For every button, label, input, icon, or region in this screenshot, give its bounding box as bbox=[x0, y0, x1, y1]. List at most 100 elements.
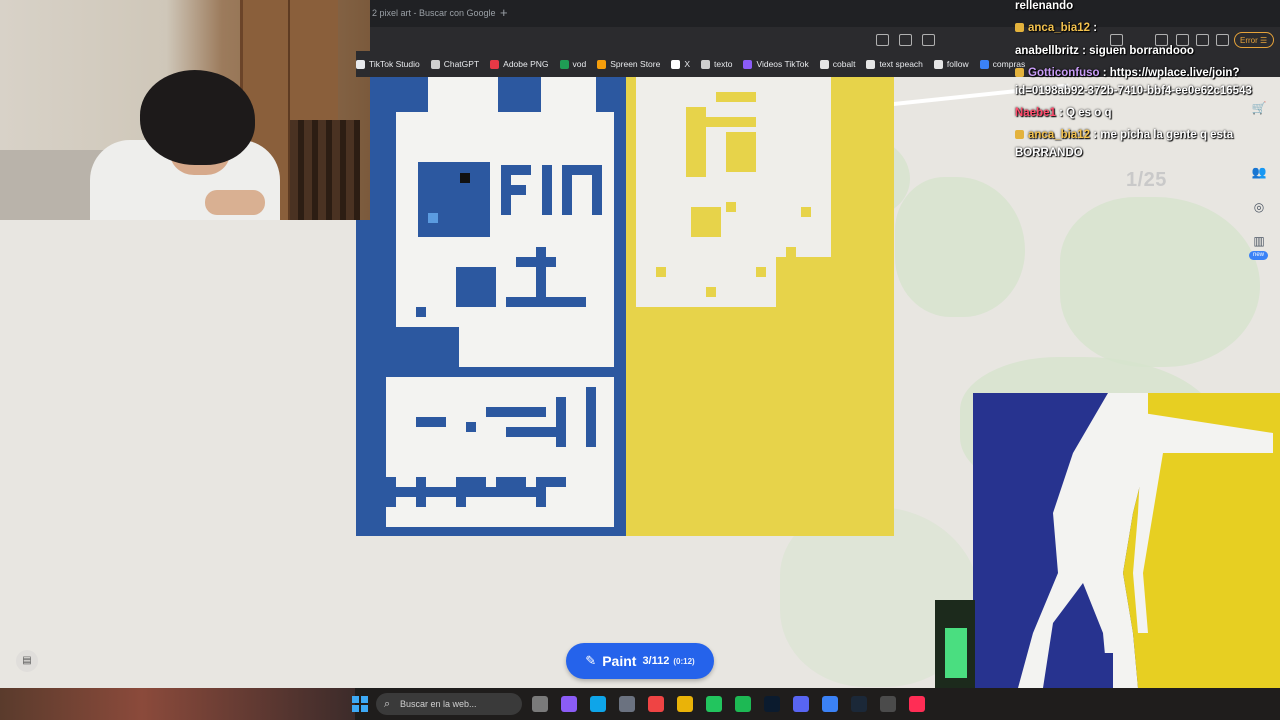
windows-start-icon[interactable] bbox=[352, 696, 368, 712]
color-palette-preview[interactable] bbox=[935, 600, 975, 688]
bookmark-item[interactable]: follow bbox=[933, 59, 969, 69]
pixel-block bbox=[416, 477, 426, 507]
folder-icon[interactable] bbox=[677, 696, 693, 712]
whatsapp-icon[interactable] bbox=[706, 696, 722, 712]
chat-text: : https://wplace.live/join? bbox=[1102, 67, 1240, 79]
notepad-icon[interactable] bbox=[822, 696, 838, 712]
pixel-block bbox=[496, 477, 526, 487]
task-view-icon[interactable] bbox=[532, 696, 548, 712]
store-icon[interactable] bbox=[619, 696, 635, 712]
bookmark-item[interactable]: vod bbox=[559, 59, 586, 69]
photoshop-icon[interactable] bbox=[764, 696, 780, 712]
chat-message: Gotticonfuso : https://wplace.live/join? bbox=[1015, 67, 1240, 79]
paint-charges: 3/112 bbox=[642, 655, 670, 667]
pixel-block bbox=[506, 297, 586, 307]
translate-icon[interactable] bbox=[899, 34, 912, 46]
bookmark-label: Spreen Store bbox=[610, 59, 661, 69]
error-button[interactable]: Error ☰ bbox=[1234, 32, 1274, 48]
pixel-block bbox=[686, 107, 706, 177]
pixel-block bbox=[716, 92, 756, 102]
store-icon bbox=[597, 59, 607, 69]
bookmark-label: ChatGPT bbox=[443, 59, 480, 69]
pixel-block bbox=[459, 327, 614, 367]
pixel-block bbox=[556, 397, 566, 447]
bookmark-item[interactable]: text speach bbox=[866, 59, 923, 69]
pixel-block bbox=[501, 165, 531, 175]
users-icon[interactable]: 👥 bbox=[1248, 161, 1270, 183]
vpn-icon[interactable] bbox=[1216, 34, 1229, 46]
pixel-block bbox=[501, 185, 526, 195]
taskbar-search-input[interactable]: ⌕ Buscar en la web... bbox=[376, 693, 522, 715]
chat-username: anabellbritz bbox=[1015, 45, 1079, 57]
chat-username: Naebe1 bbox=[1015, 107, 1056, 119]
pixel-block bbox=[456, 267, 496, 307]
steam-icon[interactable] bbox=[851, 696, 867, 712]
bookmark-item[interactable]: ChatGPT bbox=[430, 59, 480, 69]
search-globe-icon[interactable]: ◎ bbox=[1248, 196, 1270, 218]
pixel-block bbox=[486, 407, 546, 417]
pixel-block bbox=[756, 267, 766, 277]
share-icon[interactable] bbox=[922, 34, 935, 46]
copilot-icon[interactable] bbox=[561, 696, 577, 712]
map-layers-button[interactable]: ▤ bbox=[16, 650, 38, 672]
bookmark-label: X bbox=[684, 59, 691, 69]
leo-icon[interactable] bbox=[1196, 34, 1209, 46]
bookmark-label: cobalt bbox=[832, 59, 856, 69]
bookmark-label: texto bbox=[714, 59, 733, 69]
bookmark-item[interactable]: Spreen Store bbox=[597, 59, 660, 69]
bookmark-item[interactable]: Adobe PNG bbox=[490, 59, 549, 69]
pixel-block bbox=[356, 327, 459, 377]
chat-username: Gotticonfuso bbox=[1028, 67, 1100, 79]
pixel-block bbox=[656, 267, 666, 277]
tiktok-icon[interactable] bbox=[909, 696, 925, 712]
brave-icon[interactable] bbox=[648, 696, 664, 712]
chrome-icon[interactable] bbox=[880, 696, 896, 712]
pixel-block bbox=[706, 287, 716, 297]
chat-message: BORRANDO bbox=[1015, 147, 1083, 159]
cart-icon[interactable]: 🛒 bbox=[1248, 97, 1270, 119]
webcam-chair bbox=[290, 120, 360, 220]
map-terrain bbox=[1060, 197, 1260, 367]
pixel-block bbox=[636, 257, 776, 307]
edge-icon[interactable] bbox=[590, 696, 606, 712]
chatgpt-icon bbox=[430, 59, 440, 69]
pixel-block bbox=[562, 165, 592, 175]
pixel-block bbox=[428, 77, 498, 112]
chat-message: anca_bia12 : me picha la gente q esta bbox=[1015, 129, 1233, 141]
pixel-art-yellow[interactable] bbox=[626, 77, 894, 536]
chat-username: anca_bia12 bbox=[1028, 22, 1091, 34]
pixel-block bbox=[428, 213, 438, 223]
pixel-block bbox=[416, 417, 446, 427]
paint-button[interactable]: ✎ Paint 3/112 (0:12) bbox=[566, 643, 714, 679]
webcam-overlay bbox=[0, 0, 370, 220]
bookmark-item[interactable]: texto bbox=[701, 59, 732, 69]
bookmark-item[interactable]: cobalt bbox=[819, 59, 856, 69]
taskbar-wallpaper bbox=[0, 688, 355, 720]
discord-icon[interactable] bbox=[793, 696, 809, 712]
streamer-hands bbox=[205, 190, 265, 215]
pixel-art-blue[interactable] bbox=[356, 77, 626, 536]
bookmark-item[interactable]: X bbox=[671, 59, 690, 69]
pixel-block bbox=[418, 162, 490, 237]
tiktok-icon bbox=[743, 59, 753, 69]
new-tab-button[interactable]: + bbox=[500, 5, 508, 20]
browser-tab-title[interactable]: 2 pixel art - Buscar con Google bbox=[372, 8, 496, 18]
chat-message: anabellbritz : siguen borrandooo bbox=[1015, 45, 1194, 57]
facebook-icon bbox=[979, 59, 989, 69]
pixel-block bbox=[386, 477, 396, 507]
chat-text: : siguen borrandooo bbox=[1082, 45, 1194, 57]
chat-badge-icon bbox=[1015, 130, 1024, 140]
pixel-block bbox=[466, 422, 476, 432]
stats-icon[interactable]: ▥ bbox=[1248, 230, 1270, 252]
excel-icon bbox=[559, 59, 569, 69]
windows-taskbar bbox=[0, 688, 1280, 720]
pixel-art-corner[interactable] bbox=[973, 393, 1280, 688]
chat-text: : me picha la gente q esta bbox=[1093, 129, 1234, 141]
cobalt-icon bbox=[819, 59, 829, 69]
spotify-icon[interactable] bbox=[735, 696, 751, 712]
tiktok-icon bbox=[356, 59, 365, 69]
bookmark-item[interactable]: Videos TikTok bbox=[743, 59, 809, 69]
bookmark-item[interactable]: TikTok Studio bbox=[356, 59, 420, 69]
cast-icon[interactable] bbox=[876, 34, 889, 46]
chat-text: rellenando bbox=[1015, 0, 1074, 12]
